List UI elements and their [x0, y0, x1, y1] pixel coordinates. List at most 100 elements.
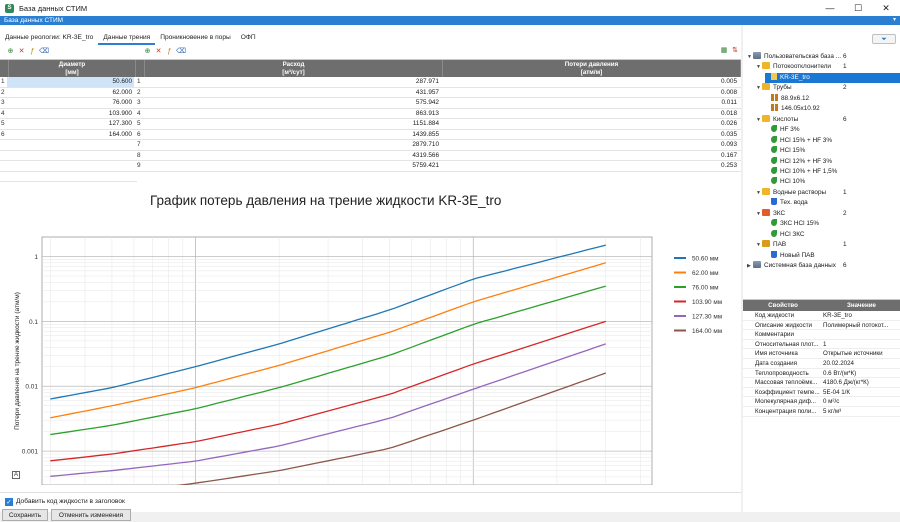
add-row-icon[interactable]: ⊕ — [143, 47, 152, 56]
property-value[interactable]: 0 м²/с — [823, 397, 898, 406]
tree-item[interactable]: HCl 15% — [765, 146, 805, 156]
tree-item[interactable]: ЗКС HCl 15% — [765, 219, 819, 229]
table-row[interactable]: 6 164.000 — [0, 130, 137, 140]
tree-item[interactable]: ▼ Водные растворы 1 — [756, 187, 847, 198]
diameter-cell[interactable]: 127.300 — [7, 119, 134, 129]
delete-row-icon[interactable]: ✕ — [154, 47, 163, 56]
diameter-cell[interactable]: 103.900 — [7, 109, 134, 119]
diameter-cell[interactable]: 50.600 — [7, 77, 134, 87]
clear-icon[interactable]: ⌫ — [39, 47, 49, 56]
diameter-header[interactable]: Диаметр [мм] — [9, 60, 136, 77]
formula-icon[interactable]: ƒ — [28, 47, 37, 56]
close-button[interactable]: ✕ — [872, 0, 900, 16]
sort-icon[interactable]: ⇅ — [731, 47, 739, 55]
table-row[interactable]: 3 76.000 — [0, 98, 137, 109]
pressure-loss-header[interactable]: Потери давления [атм/м] — [443, 60, 741, 77]
flow-cell[interactable]: 863.913 — [143, 109, 441, 119]
table-row[interactable]: 7 2879.710 0.093 — [136, 140, 741, 151]
diameter-cell[interactable]: 164.000 — [7, 130, 134, 140]
tree-item[interactable]: ▼ Кислоты 6 — [756, 114, 847, 125]
table-row[interactable]: 1 287.971 0.005 — [136, 77, 741, 88]
property-value[interactable]: 4180.6 Дж/(кг*К) — [823, 378, 898, 387]
add-code-checkbox[interactable]: ✓ — [5, 498, 13, 506]
tab-ofp[interactable]: ОФП — [236, 31, 261, 45]
table-row[interactable]: 5 1151.884 0.026 — [136, 119, 741, 130]
property-value[interactable]: 20.02.2024 — [823, 359, 898, 368]
diameter-cell[interactable]: 76.000 — [7, 98, 134, 108]
tree-item[interactable]: HCl 10% — [765, 177, 805, 187]
tree-item[interactable]: HCl 12% + HF 3% — [765, 156, 832, 167]
table-row[interactable]: 3 575.942 0.011 — [136, 98, 741, 109]
font-size-icon[interactable]: A — [12, 471, 20, 479]
table-row[interactable]: 9 5759.421 0.253 — [136, 161, 741, 172]
tree-item[interactable]: ▼ Пользовательская база ... 6 — [747, 52, 847, 62]
property-row[interactable]: Массовая теплоёмк... 4180.6 Дж/(кг*К) — [743, 378, 900, 388]
add-row-icon[interactable]: ⊕ — [6, 47, 15, 56]
flow-cell[interactable]: 431.957 — [143, 88, 441, 98]
pressure-loss-cell[interactable]: 0.018 — [441, 109, 739, 119]
minimize-button[interactable]: — — [816, 0, 844, 16]
table-row[interactable]: 1 50.600 — [0, 77, 137, 88]
property-row[interactable]: Относительная плот... 1 — [743, 340, 900, 350]
pressure-loss-cell[interactable]: 0.253 — [441, 161, 739, 171]
flow-cell[interactable]: 2879.710 — [143, 140, 441, 150]
table-row[interactable]: 4 103.900 — [0, 109, 137, 119]
flow-cell[interactable]: 5759.421 — [143, 161, 441, 171]
property-row[interactable]: Коэффициент темпе... 5E-04 1/К — [743, 388, 900, 398]
tree-item[interactable]: HF 3% — [765, 125, 800, 135]
tree-item[interactable]: KR-3E_tro — [765, 72, 900, 83]
tree-item[interactable]: ▼ ЗКС 2 — [756, 208, 847, 219]
filter-icon[interactable]: ⏷ — [872, 34, 896, 44]
delete-row-icon[interactable]: ✕ — [17, 47, 26, 56]
property-value[interactable]: KR-3E_tro — [823, 311, 898, 320]
tree-item[interactable]: ▼ Трубы 2 — [756, 83, 847, 93]
pressure-loss-cell[interactable]: 0.008 — [441, 88, 739, 98]
flow-cell[interactable]: 4319.566 — [143, 151, 441, 161]
pressure-loss-cell[interactable]: 0.011 — [441, 98, 739, 108]
tree-item[interactable]: ▶ Системная база данных 6 — [747, 261, 847, 271]
property-row[interactable]: Молекулярная диф... 0 м²/с — [743, 397, 900, 407]
property-value[interactable]: 1 — [823, 340, 898, 349]
tree-item[interactable]: ▼ ПАВ 1 — [756, 240, 847, 250]
table-row[interactable]: 2 431.957 0.008 — [136, 88, 741, 98]
table-row[interactable]: 6 1439.855 0.035 — [136, 130, 741, 140]
property-value[interactable]: 0.6 Вт/(м*К) — [823, 369, 898, 378]
clear-icon[interactable]: ⌫ — [176, 47, 186, 56]
flow-cell[interactable]: 1151.884 — [143, 119, 441, 129]
property-row[interactable]: Концентрация поли... 5 кг/м³ — [743, 407, 900, 417]
tree-item[interactable]: 146.05x10.92 — [765, 104, 820, 114]
chevron-down-icon[interactable]: ▾ — [893, 16, 896, 25]
tree-item[interactable]: HCl ЗКС — [765, 229, 805, 240]
table-row[interactable]: 4 863.913 0.018 — [136, 109, 741, 119]
excel-export-icon[interactable]: ▦ — [720, 47, 728, 55]
tree-item[interactable]: Тех. вода — [765, 198, 808, 208]
save-button[interactable]: Сохранить — [2, 509, 48, 521]
tab-rheology[interactable]: Данные реологии: KR-3E_tro — [0, 31, 98, 45]
flow-cell[interactable]: 1439.855 — [143, 130, 441, 140]
property-row[interactable]: Описание жидкости Полимерный потокот... — [743, 321, 900, 331]
tree-item[interactable]: HCl 15% + HF 3% — [765, 135, 832, 146]
property-value[interactable]: Открытые источники — [823, 349, 898, 358]
pressure-loss-cell[interactable]: 0.093 — [441, 140, 739, 150]
tree-item[interactable]: 88.9x6.12 — [765, 93, 809, 104]
property-header[interactable]: Свойство — [743, 300, 823, 311]
tree-item[interactable]: ▼ Потокоотклонители 1 — [756, 62, 847, 72]
table-row[interactable]: 8 4319.566 0.167 — [136, 151, 741, 161]
value-header[interactable]: Значение — [823, 300, 900, 311]
tree-item[interactable]: Новый ПАВ — [765, 250, 815, 261]
property-value[interactable]: 5 кг/м³ — [823, 407, 898, 416]
property-row[interactable]: Теплопроводность 0.6 Вт/(м*К) — [743, 369, 900, 379]
property-row[interactable]: Имя источника Открытые источники — [743, 349, 900, 359]
diameter-cell[interactable]: 62.000 — [7, 88, 134, 98]
property-row[interactable]: Дата создания 20.02.2024 — [743, 359, 900, 369]
flow-cell[interactable]: 575.942 — [143, 98, 441, 108]
formula-icon[interactable]: ƒ — [165, 47, 174, 56]
pressure-loss-cell[interactable]: 0.005 — [441, 77, 739, 87]
pressure-loss-cell[interactable]: 0.167 — [441, 151, 739, 161]
tab-pore-penetration[interactable]: Проникновение в поры — [155, 31, 236, 45]
table-row[interactable]: 5 127.300 — [0, 119, 137, 130]
property-row[interactable]: Код жидкости KR-3E_tro — [743, 311, 900, 321]
tree-item[interactable]: HCl 10% + HF 1,5% — [765, 166, 837, 177]
cancel-changes-button[interactable]: Отменить изменения — [51, 509, 131, 521]
table-row[interactable]: 2 62.000 — [0, 88, 137, 98]
